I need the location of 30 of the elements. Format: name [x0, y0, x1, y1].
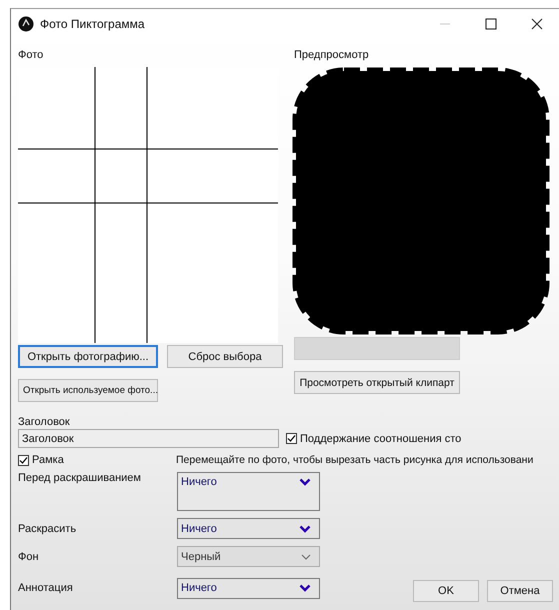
close-icon[interactable]: [531, 18, 543, 30]
chevron-down-icon: [299, 478, 311, 486]
preview-label: Предпросмотр: [294, 49, 370, 61]
button[interactable]: Открыть используемое фото...: [18, 379, 158, 402]
hint-text: Перемещайте по фото, чтобы вырезать часть рисунка для использовани: [176, 454, 534, 466]
dropdown[interactable]: Ничего: [177, 518, 320, 539]
title-label: Заголовок: [18, 416, 71, 428]
button[interactable]: Просмотреть открытый клипарт: [294, 371, 460, 394]
maximize-icon[interactable]: [485, 18, 497, 30]
checkbox-label: Поддержание соотношения сто: [300, 432, 462, 444]
photo-label: Фото: [18, 49, 44, 61]
chevron-down-icon: [299, 584, 311, 592]
field-label: Перед раскрашиванием: [18, 472, 142, 484]
button[interactable]: Сброс выбора: [167, 345, 283, 368]
field-label: Раскрасить: [18, 522, 78, 534]
dropdown[interactable]: Ничего: [177, 578, 320, 598]
button[interactable]: Отмена: [487, 580, 553, 602]
title-input-field[interactable]: Заголовок: [18, 429, 279, 448]
chevron-down-icon: [299, 524, 311, 532]
button[interactable]: OK: [413, 580, 479, 602]
dropdown[interactable]: Ничего: [177, 472, 320, 511]
window-title: Фото Пиктограмма: [40, 17, 146, 31]
checkbox[interactable]: [18, 454, 29, 466]
field-label: Аннотация: [18, 582, 74, 594]
field-label: Фон: [18, 550, 40, 562]
checkbox[interactable]: [286, 433, 297, 444]
button[interactable]: Открыть фотографию...: [18, 345, 158, 368]
chevron-down-icon: [301, 554, 311, 560]
checkbox-label: Рамка: [32, 454, 65, 466]
app-icon: [18, 16, 34, 32]
